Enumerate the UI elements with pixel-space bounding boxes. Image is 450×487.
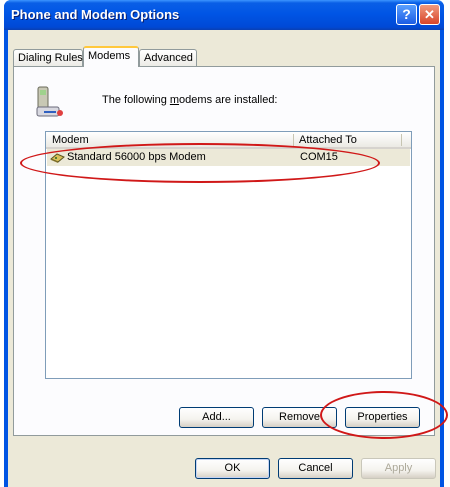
properties-button[interactable]: Properties — [345, 407, 420, 428]
modem-name-cell: Standard 56000 bps Modem — [67, 151, 206, 163]
dialog-body: Dialing Rules Modems Advanced The follow… — [8, 30, 440, 487]
column-header-attached-to[interactable]: Attached To — [299, 133, 357, 147]
ok-button[interactable]: OK — [195, 458, 270, 479]
modem-icon — [50, 153, 65, 163]
close-icon: ✕ — [424, 7, 435, 22]
tab-advanced[interactable]: Advanced — [139, 49, 197, 66]
column-header-modem[interactable]: Modem — [52, 133, 89, 147]
column-divider[interactable] — [401, 134, 402, 146]
add-button[interactable]: Add... — [179, 407, 254, 428]
close-button[interactable]: ✕ — [419, 4, 440, 25]
cancel-button[interactable]: Cancel — [278, 458, 353, 479]
installed-modems-label: The following modems are installed: — [102, 94, 278, 106]
dialog-window: Phone and Modem Options ? ✕ Dialing Rule… — [4, 0, 444, 487]
help-button[interactable]: ? — [396, 4, 417, 25]
column-divider[interactable] — [293, 134, 294, 146]
modem-list[interactable]: Modem Attached To Standard 56000 bps Mod… — [45, 131, 412, 379]
modems-tab-panel: The following modems are installed: Mode… — [13, 66, 435, 436]
title-bar[interactable]: Phone and Modem Options ? ✕ — [4, 0, 444, 30]
attached-to-cell: COM15 — [300, 151, 338, 163]
apply-button[interactable]: Apply — [361, 458, 436, 479]
list-header: Modem Attached To — [46, 132, 411, 149]
window-title: Phone and Modem Options — [11, 7, 180, 22]
table-row[interactable]: Standard 56000 bps Modem COM15 — [47, 149, 410, 166]
tab-dialing-rules[interactable]: Dialing Rules — [13, 49, 83, 66]
question-icon: ? — [402, 6, 411, 22]
phone-modem-icon — [36, 86, 63, 117]
tab-modems[interactable]: Modems — [83, 46, 139, 67]
remove-button[interactable]: Remove — [262, 407, 337, 428]
